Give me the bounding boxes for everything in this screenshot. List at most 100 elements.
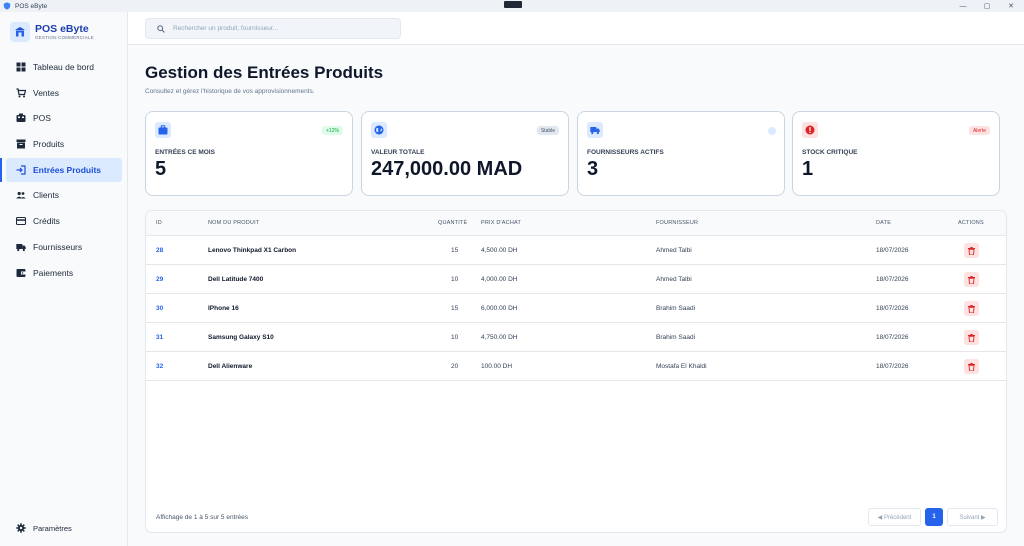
column-header-supplier[interactable]: FOURNISSEUR	[656, 220, 698, 226]
register-icon	[16, 113, 26, 123]
trash-icon	[968, 246, 975, 255]
row-id[interactable]: 29	[156, 276, 163, 283]
alert-icon	[802, 122, 818, 138]
window-titlebar: POS eByte — ▢ ✕	[0, 0, 1024, 12]
column-header-actions: ACTIONS	[958, 220, 984, 226]
row-product-name: Dell Alienware	[208, 363, 253, 370]
trend-badge: +12%	[322, 126, 343, 135]
row-id[interactable]: 31	[156, 334, 163, 341]
briefcase-icon	[155, 122, 171, 138]
previous-page-button[interactable]: ◀ Précédent	[868, 508, 921, 526]
column-header-date[interactable]: DATE	[876, 220, 891, 226]
row-id[interactable]: 28	[156, 247, 163, 254]
row-product-name: Dell Latitude 7400	[208, 276, 264, 283]
search-input[interactable]	[173, 25, 373, 32]
table-row[interactable]: 30 IPhone 16 15 6,000.00 DH Brahim Saadi…	[146, 294, 1006, 323]
cart-icon	[16, 88, 26, 98]
row-date: 18/07/2026	[876, 247, 909, 254]
table-header: ID NOM DU PRODUIT QUANTITÉ PRIX D'ACHAT …	[146, 211, 1006, 236]
close-button[interactable]: ✕	[1000, 0, 1022, 12]
row-id[interactable]: 30	[156, 305, 163, 312]
column-header-name[interactable]: NOM DU PRODUIT	[208, 220, 259, 226]
stat-label: ENTRÉES CE MOIS	[155, 149, 215, 156]
sidebar-item-credits[interactable]: Crédits	[6, 209, 122, 233]
stat-card-entrees: +12% ENTRÉES CE MOIS 5	[145, 111, 353, 196]
login-arrow-icon	[16, 165, 26, 175]
row-product-name: Lenovo Thinkpad X1 Carbon	[208, 247, 297, 254]
row-price: 4,500.00 DH	[481, 247, 518, 254]
row-supplier: Brahim Saadi	[656, 305, 696, 312]
brand-subtitle: GESTION COMMERCIALE	[35, 35, 94, 40]
stat-value: 247,000.00 MAD	[371, 158, 523, 180]
window-drag-handle[interactable]	[504, 1, 522, 8]
delete-button[interactable]	[964, 359, 979, 374]
sidebar-item-label: POS	[33, 113, 51, 124]
row-date: 18/07/2026	[876, 363, 909, 370]
sidebar-item-parametres[interactable]: Paramètres	[6, 520, 122, 536]
sidebar-item-tableau-de-bord[interactable]: Tableau de bord	[6, 55, 122, 79]
next-page-button[interactable]: Suivant ▶	[947, 508, 998, 526]
sidebar-item-label: Entrées Produits	[33, 164, 102, 175]
trash-icon	[968, 333, 975, 342]
store-logo-icon	[10, 22, 30, 42]
trash-icon	[968, 275, 975, 284]
window-title: POS eByte	[15, 2, 48, 10]
page-1-button[interactable]: 1	[925, 508, 943, 526]
delete-button[interactable]	[964, 272, 979, 287]
status-dot	[768, 127, 776, 135]
pagination-info: Affichage de 1 à 5 sur 5 entrées	[156, 514, 249, 521]
delete-button[interactable]	[964, 330, 979, 345]
row-supplier: Brahim Saadi	[656, 334, 696, 341]
sidebar: POS eByte GESTION COMMERCIALE Tableau de…	[0, 12, 128, 546]
stat-card-fournisseurs: FOURNISSEURS ACTIFS 3	[577, 111, 785, 196]
column-header-price[interactable]: PRIX D'ACHAT	[481, 220, 521, 226]
sidebar-nav: Tableau de bord Ventes POS Produits Entr…	[0, 55, 128, 286]
stat-card-valeur: Stable VALEUR TOTALE 247,000.00 MAD	[361, 111, 569, 196]
maximize-button[interactable]: ▢	[976, 0, 998, 12]
column-header-qty[interactable]: QUANTITÉ	[438, 220, 467, 226]
delete-button[interactable]	[964, 243, 979, 258]
row-price: 4,000.00 DH	[481, 276, 518, 283]
sidebar-item-label: Crédits	[33, 216, 60, 227]
stat-label: FOURNISSEURS ACTIFS	[587, 149, 664, 156]
stat-label: STOCK CRITIQUE	[802, 149, 858, 156]
row-quantity: 15	[451, 305, 459, 312]
search-box[interactable]	[145, 18, 401, 39]
sidebar-item-pos[interactable]: POS	[6, 106, 122, 130]
wallet-icon	[16, 268, 26, 278]
sidebar-item-label: Tableau de bord	[33, 62, 94, 72]
sidebar-item-entrees-produits[interactable]: Entrées Produits	[0, 157, 122, 182]
settings-label: Paramètres	[33, 523, 72, 533]
column-header-id[interactable]: ID	[156, 220, 162, 226]
row-id[interactable]: 32	[156, 363, 163, 370]
table-row[interactable]: 32 Dell Alienware 20 100.00 DH Mostafa E…	[146, 352, 1006, 381]
trash-icon	[968, 362, 975, 371]
stat-value: 1	[802, 158, 814, 180]
sidebar-item-ventes[interactable]: Ventes	[6, 81, 122, 105]
table-row[interactable]: 31 Samsung Galaxy S10 10 4,750.00 DH Bra…	[146, 323, 1006, 352]
archive-icon	[16, 139, 26, 149]
row-date: 18/07/2026	[876, 305, 909, 312]
entries-table-panel: ID NOM DU PRODUIT QUANTITÉ PRIX D'ACHAT …	[145, 210, 1007, 533]
row-supplier: Ahmed Talbi	[656, 247, 692, 254]
row-date: 18/07/2026	[876, 276, 909, 283]
row-quantity: 20	[451, 363, 459, 370]
delete-button[interactable]	[964, 301, 979, 316]
sidebar-item-produits[interactable]: Produits	[6, 132, 122, 156]
sidebar-item-paiements[interactable]: Paiements	[6, 261, 122, 285]
trash-icon	[968, 304, 975, 313]
sidebar-item-clients[interactable]: Clients	[6, 183, 122, 207]
alert-badge: Alerte	[968, 126, 990, 135]
minimize-button[interactable]: —	[952, 0, 974, 12]
row-quantity: 10	[451, 276, 459, 283]
table-row[interactable]: 28 Lenovo Thinkpad X1 Carbon 15 4,500.00…	[146, 236, 1006, 265]
table-row[interactable]: 29 Dell Latitude 7400 10 4,000.00 DH Ahm…	[146, 265, 1006, 294]
sidebar-item-label: Paiements	[33, 267, 74, 278]
row-product-name: IPhone 16	[208, 305, 239, 312]
row-price: 6,000.00 DH	[481, 305, 518, 312]
sidebar-item-label: Produits	[33, 139, 65, 150]
sidebar-item-fournisseurs[interactable]: Fournisseurs	[6, 235, 122, 259]
truck-icon	[16, 242, 26, 252]
row-supplier: Ahmed Talbi	[656, 276, 692, 283]
brand-name: POS eByte	[35, 23, 89, 35]
